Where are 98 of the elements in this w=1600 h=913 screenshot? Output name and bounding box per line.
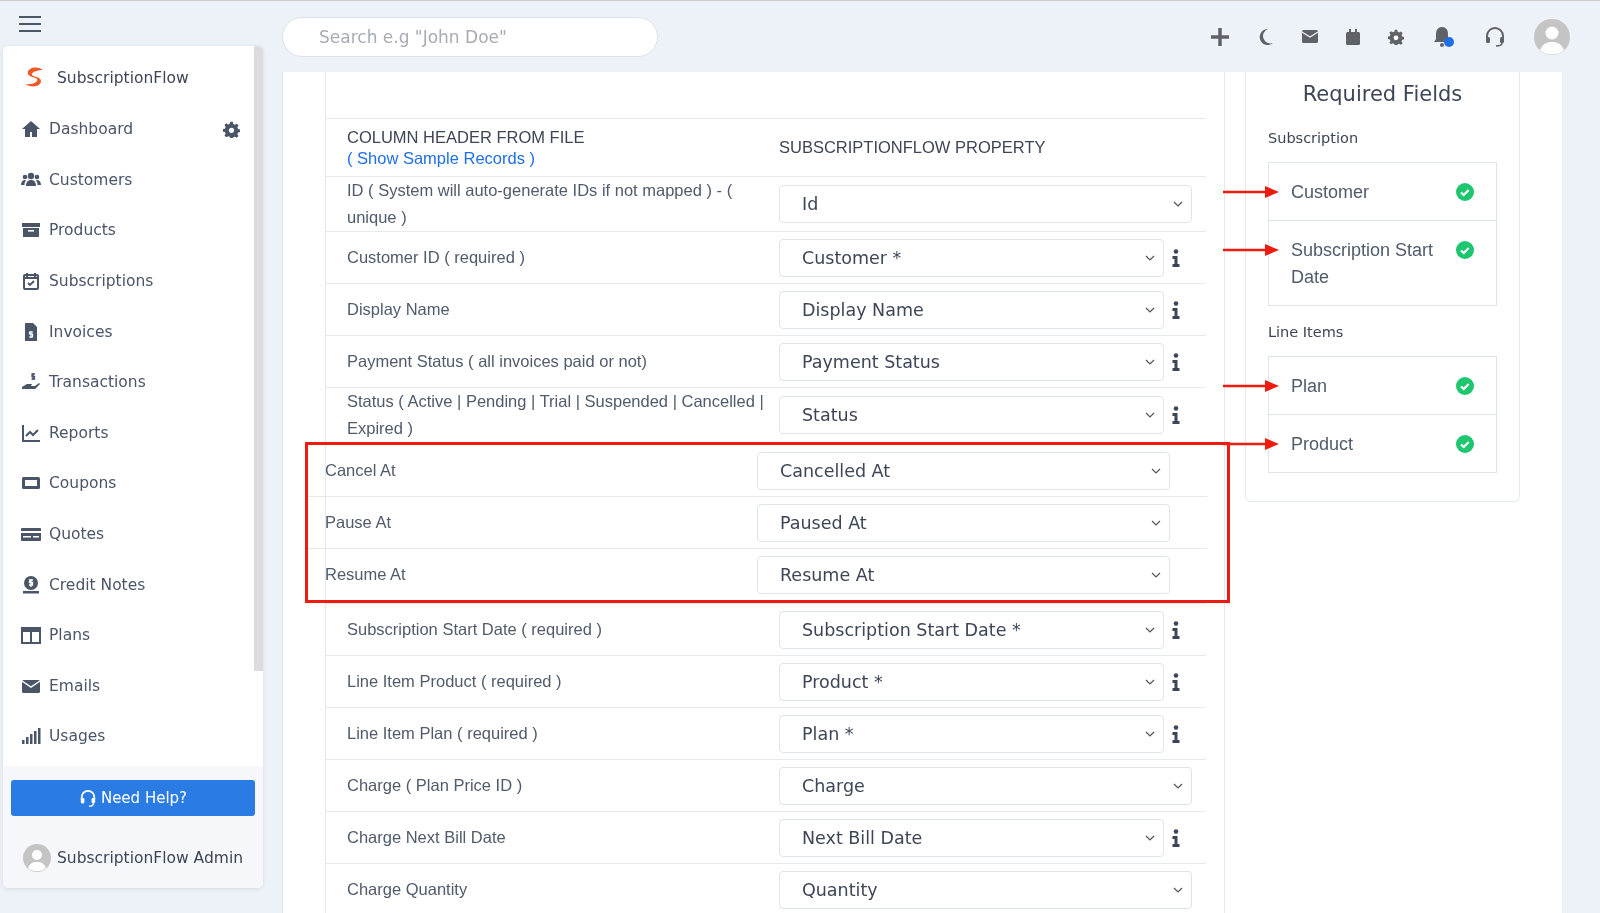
info-icon[interactable] <box>1172 828 1180 847</box>
calendar-icon[interactable] <box>1346 28 1360 45</box>
property-dropdown[interactable]: Resume At <box>757 555 1170 594</box>
property-dropdown[interactable]: Id <box>779 185 1192 223</box>
nav-item[interactable]: Coupons <box>3 458 254 509</box>
chevron-down-icon <box>1151 571 1161 578</box>
headset-icon <box>78 789 97 807</box>
arrow-icon <box>1223 380 1279 392</box>
chevron-down-icon <box>1173 201 1183 207</box>
nav-item[interactable]: Quotes <box>3 508 254 560</box>
field-name: Plan <box>1291 375 1329 398</box>
row-label: Charge ( Plan Price ID ) <box>347 775 524 796</box>
headset-icon[interactable] <box>1484 25 1506 48</box>
property-dropdown[interactable]: Status <box>779 396 1164 434</box>
property-dropdown[interactable]: Next Bill Date <box>779 818 1164 857</box>
row-label: Payment Status ( all invoices paid or not) <box>347 351 648 372</box>
row-label: Display Name <box>347 299 451 320</box>
signal-bars-icon <box>21 726 41 747</box>
info-icon[interactable] <box>1172 724 1180 743</box>
row-label: Pause At <box>325 512 393 533</box>
chevron-down-icon <box>1145 254 1155 261</box>
row-label: Charge Next Bill Date <box>347 827 507 848</box>
field-name: Subscription Start Date <box>1291 239 1435 289</box>
settings-icon[interactable] <box>223 120 240 138</box>
nav-item[interactable]: Products <box>3 205 254 256</box>
nav-item[interactable]: Customers <box>3 154 254 206</box>
nav-item[interactable]: Invoices <box>3 306 254 357</box>
nav-item[interactable]: Emails <box>3 660 254 712</box>
avatar-icon <box>23 844 51 872</box>
chevron-down-icon <box>1145 678 1155 685</box>
field-name: Customer <box>1291 181 1371 204</box>
chevron-down-icon <box>1145 626 1155 633</box>
row-label: Subscription Start Date ( required ) <box>347 619 603 640</box>
envelope-icon[interactable] <box>1302 30 1318 43</box>
chevron-down-icon <box>1145 358 1155 365</box>
chevron-down-icon <box>1145 412 1155 418</box>
property-dropdown[interactable]: Paused At <box>757 503 1170 542</box>
info-icon[interactable] <box>1172 620 1180 639</box>
property-dropdown[interactable]: Product * <box>779 662 1164 701</box>
bell-icon[interactable] <box>1432 24 1456 49</box>
nav-item[interactable]: Plans <box>3 609 254 661</box>
line-chart-icon <box>21 422 41 443</box>
show-sample-records-link[interactable]: ( Show Sample Records ) <box>347 148 535 167</box>
arrow-icon <box>1223 186 1279 198</box>
nav-item[interactable]: Transactions <box>3 356 254 408</box>
house-icon <box>21 119 41 140</box>
nav-item[interactable]: Credit Notes <box>3 559 254 610</box>
moon-icon[interactable] <box>1258 27 1274 46</box>
info-icon[interactable] <box>1172 672 1180 691</box>
group-label: Subscription <box>1268 129 1360 148</box>
row-label: Resume At <box>325 564 407 585</box>
property-dropdown[interactable]: Quantity <box>779 870 1192 909</box>
row-label: Line Item Plan ( required ) <box>347 723 539 744</box>
nav-item[interactable]: Reports <box>3 407 254 459</box>
arrow-icon <box>1223 244 1279 256</box>
row-label: Status ( Active | Pending | Trial | Suspended | Cancelled | Expired ) <box>347 391 765 439</box>
menu-icon[interactable] <box>18 15 42 32</box>
coin-icon <box>21 574 41 595</box>
row-label: Charge Quantity <box>347 879 469 900</box>
nav-item[interactable]: Subscriptions <box>3 255 254 307</box>
info-icon[interactable] <box>1172 248 1180 267</box>
brand-name: SubscriptionFlow <box>57 69 189 87</box>
calendar-check-icon <box>21 271 41 292</box>
field-name: Product <box>1291 433 1355 456</box>
property-dropdown[interactable]: Display Name <box>779 290 1164 329</box>
settings-icon[interactable] <box>1388 28 1404 45</box>
column-header: COLUMN HEADER FROM FILE ( Show Sample Records ) <box>347 127 585 167</box>
group-label: Line Items <box>1268 323 1345 342</box>
property-dropdown[interactable]: Plan * <box>779 714 1164 753</box>
row-label: Customer ID ( required ) <box>347 247 526 268</box>
row-label: Cancel At <box>325 460 397 481</box>
user-name[interactable]: SubscriptionFlow Admin <box>57 849 243 867</box>
property-dropdown[interactable]: Subscription Start Date * <box>779 610 1164 649</box>
info-icon[interactable] <box>1172 352 1180 371</box>
property-dropdown[interactable]: Cancelled At <box>757 451 1170 490</box>
panel-title: Required Fields <box>1301 81 1464 108</box>
chevron-down-icon <box>1145 730 1155 737</box>
column-header: SUBSCRIPTIONFLOW PROPERTY <box>779 137 1046 158</box>
chevron-down-icon <box>1151 519 1161 526</box>
scrollbar[interactable] <box>254 46 263 671</box>
property-dropdown[interactable]: Customer * <box>779 238 1164 277</box>
plus-icon[interactable] <box>1210 26 1230 47</box>
row-label: Line Item Product ( required ) <box>347 671 563 692</box>
row-label: ID ( System will auto-generate IDs if not mapped ) - ( unique ) <box>347 180 734 228</box>
chevron-down-icon <box>1151 467 1161 474</box>
columns-icon <box>21 625 41 646</box>
search-field[interactable]: Search e.g "John Doe" <box>282 16 658 57</box>
chevron-down-icon <box>1145 306 1155 313</box>
chevron-down-icon <box>1173 782 1183 789</box>
chevron-down-icon <box>1145 834 1155 841</box>
property-dropdown[interactable]: Payment Status <box>779 342 1164 381</box>
property-dropdown[interactable]: Charge <box>779 766 1192 805</box>
nav-item[interactable]: Dashboard <box>3 104 254 155</box>
nav-item[interactable]: Usages <box>3 711 254 762</box>
info-icon[interactable] <box>1172 300 1180 319</box>
need-help-button[interactable]: Need Help? <box>11 780 255 816</box>
chevron-down-icon <box>1173 886 1183 893</box>
info-icon[interactable] <box>1172 406 1180 424</box>
